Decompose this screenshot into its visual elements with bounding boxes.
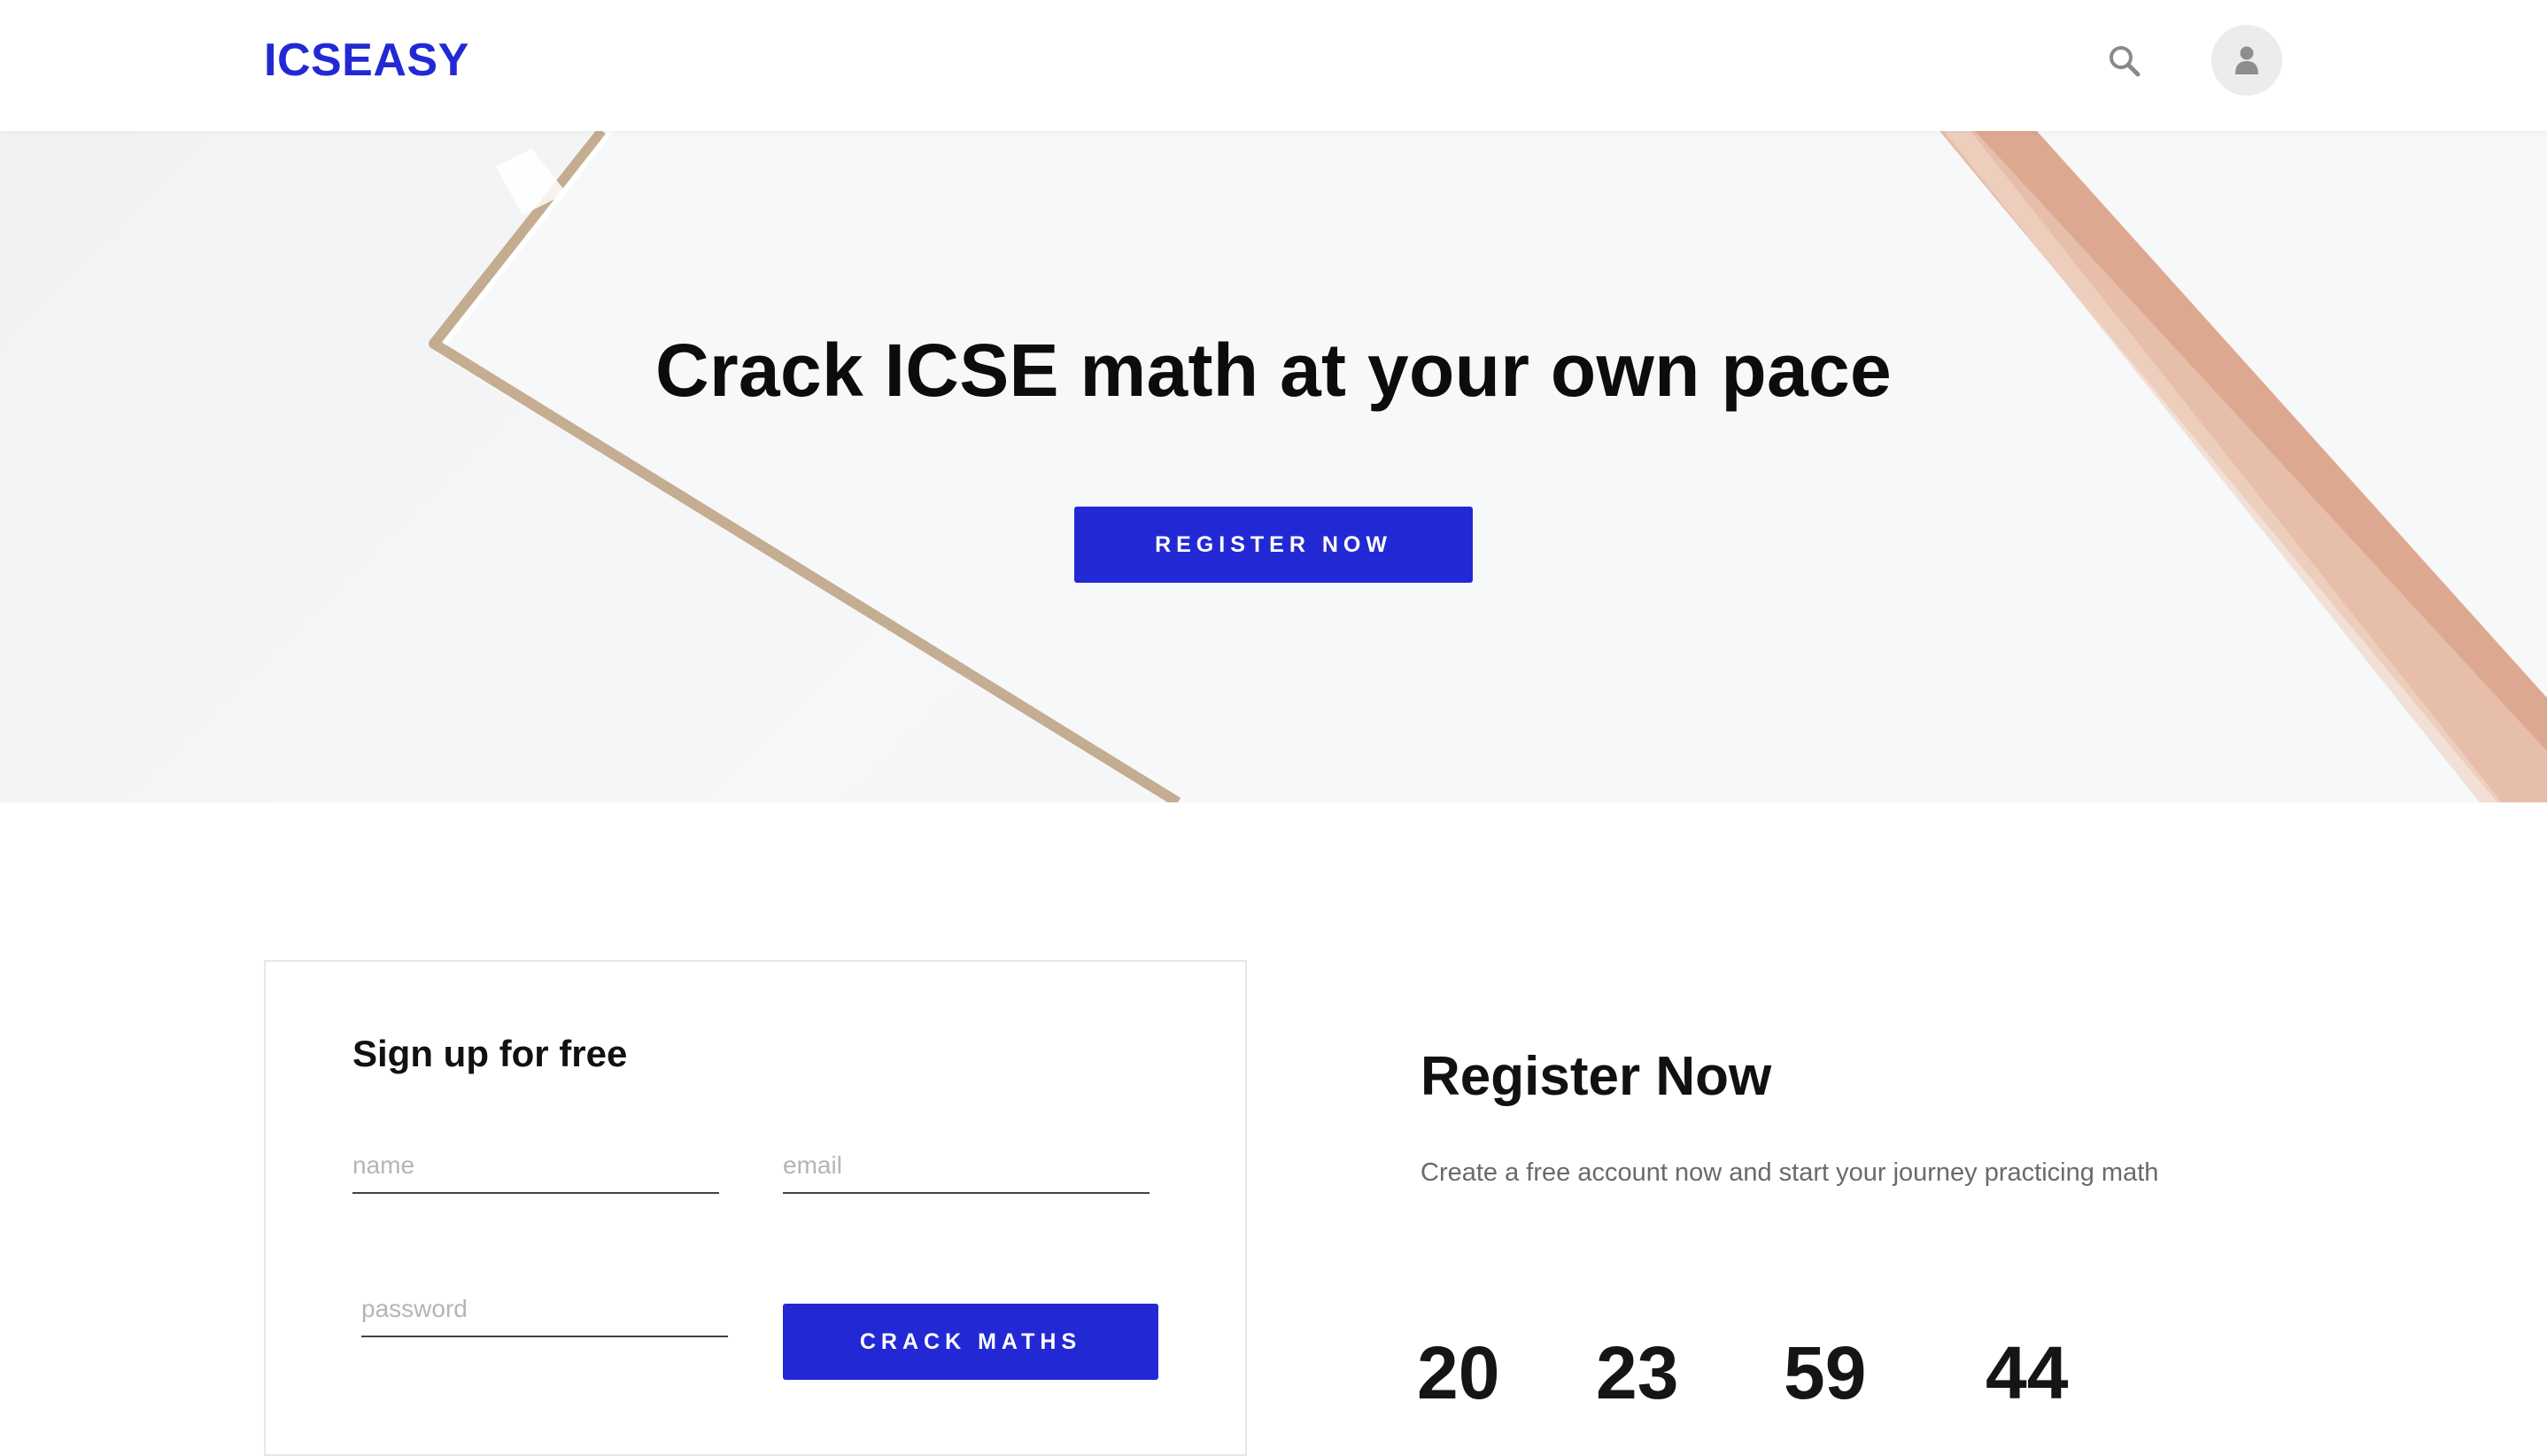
countdown-minutes: 59	[1784, 1331, 1867, 1414]
register-title: Register Now	[1421, 1046, 1772, 1107]
user-icon	[2235, 46, 2258, 74]
hero-background-image	[429, 131, 2547, 802]
countdown-seconds: 44	[1986, 1331, 2069, 1414]
signup-title: Sign up for free	[352, 1033, 628, 1074]
password-field[interactable]	[361, 1282, 728, 1337]
site-header: ICSEASY	[0, 0, 2547, 131]
user-account-button[interactable]	[2211, 25, 2282, 96]
crack-maths-button[interactable]: CRACK MATHS	[783, 1304, 1158, 1380]
register-subtitle: Create a free account now and start your…	[1421, 1158, 2159, 1187]
hero-banner: Crack ICSE math at your own pace REGISTE…	[0, 131, 2547, 802]
register-now-button[interactable]: REGISTER NOW	[1074, 507, 1473, 583]
hero-title: Crack ICSE math at your own pace	[654, 329, 1892, 412]
countdown-hours: 23	[1596, 1331, 1679, 1414]
site-logo[interactable]: ICSEASY	[264, 34, 469, 87]
signup-card: Sign up for free CRACK MATHS	[264, 960, 1247, 1456]
name-field[interactable]	[352, 1139, 719, 1194]
email-field[interactable]	[783, 1139, 1150, 1194]
search-icon	[2110, 46, 2141, 77]
search-button[interactable]	[2099, 35, 2150, 87]
countdown-days: 20	[1417, 1331, 1500, 1414]
